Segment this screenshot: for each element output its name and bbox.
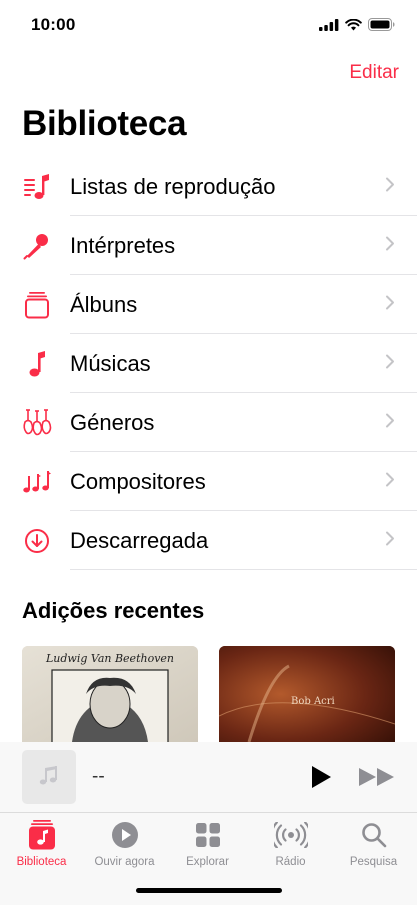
menu-row-downloaded[interactable]: Descarregada	[0, 511, 417, 570]
skip-forward-button[interactable]	[358, 766, 396, 793]
play-circle-icon	[111, 822, 138, 848]
grid-icon	[195, 823, 220, 847]
status-icons	[319, 18, 395, 31]
menu-row-artists[interactable]: Intérpretes	[0, 216, 417, 275]
album-stack-icon	[22, 290, 52, 320]
library-icon	[28, 820, 55, 850]
tab-label: Ouvir agora	[94, 856, 155, 868]
tab-label: Biblioteca	[16, 856, 67, 868]
tab-library[interactable]: Biblioteca	[0, 819, 83, 868]
album-cover-bob-acri[interactable]: Bob Acri	[219, 646, 395, 742]
menu-label-downloaded: Descarregada	[70, 527, 209, 553]
now-playing-artwork	[22, 750, 76, 804]
status-bar: 10:00	[0, 0, 417, 50]
chevron-right-icon	[385, 235, 395, 256]
menu-row-genres[interactable]: Géneros	[0, 393, 417, 452]
menu-label-albums: Álbuns	[70, 291, 138, 317]
library-menu: Listas de reprodução Intérpretes Álbuns …	[0, 157, 417, 570]
download-icon	[22, 526, 52, 556]
recently-added-heading: Adições recentes	[22, 598, 205, 623]
radio-broadcast-icon	[273, 822, 308, 848]
microphone-icon	[22, 231, 52, 261]
chevron-right-icon	[385, 471, 395, 492]
notes-icon	[22, 467, 52, 497]
menu-label-genres: Géneros	[70, 409, 155, 435]
album-cover-text: Bob Acri	[291, 696, 335, 707]
music-note-icon	[22, 349, 52, 379]
menu-row-composers[interactable]: Compositores	[0, 452, 417, 511]
chevron-right-icon	[385, 412, 395, 433]
menu-label-artists: Intérpretes	[70, 232, 176, 258]
status-time: 10:00	[31, 15, 76, 34]
menu-row-playlists[interactable]: Listas de reprodução	[0, 157, 417, 216]
home-indicator[interactable]	[136, 888, 282, 893]
row-divider	[70, 569, 417, 570]
edit-button[interactable]: Editar	[349, 62, 399, 84]
battery-icon	[368, 18, 395, 31]
play-button[interactable]	[309, 764, 333, 795]
guitars-icon	[22, 408, 52, 438]
chevron-right-icon	[385, 294, 395, 315]
tab-browse[interactable]: Explorar	[166, 819, 249, 868]
menu-label-songs: Músicas	[70, 350, 151, 376]
search-icon	[361, 823, 386, 848]
page-title: Biblioteca	[22, 104, 187, 143]
menu-row-albums[interactable]: Álbuns	[0, 275, 417, 334]
tab-radio[interactable]: Rádio	[249, 819, 332, 868]
tab-label: Rádio	[275, 856, 306, 868]
now-playing-title: --	[92, 766, 105, 787]
fast-forward-icon	[359, 768, 394, 786]
music-note-placeholder-icon	[39, 766, 57, 785]
menu-label-playlists: Listas de reprodução	[70, 173, 276, 199]
tab-listen-now[interactable]: Ouvir agora	[83, 819, 166, 868]
album-cover-text: Ludwig Van Beethoven	[45, 652, 174, 665]
menu-row-songs[interactable]: Músicas	[0, 334, 417, 393]
album-cover-beethoven[interactable]: Ludwig Van Beethoven	[22, 646, 198, 742]
tab-search[interactable]: Pesquisa	[332, 819, 415, 868]
chevron-right-icon	[385, 353, 395, 374]
chevron-right-icon	[385, 530, 395, 551]
mini-player[interactable]: --	[0, 742, 417, 813]
tab-label: Pesquisa	[349, 856, 398, 868]
tab-label: Explorar	[186, 856, 229, 868]
play-icon	[312, 766, 331, 788]
wifi-icon	[345, 18, 362, 30]
menu-label-composers: Compositores	[70, 468, 206, 494]
chevron-right-icon	[385, 176, 395, 197]
signal-icon	[319, 18, 339, 31]
playlist-icon	[22, 172, 52, 202]
